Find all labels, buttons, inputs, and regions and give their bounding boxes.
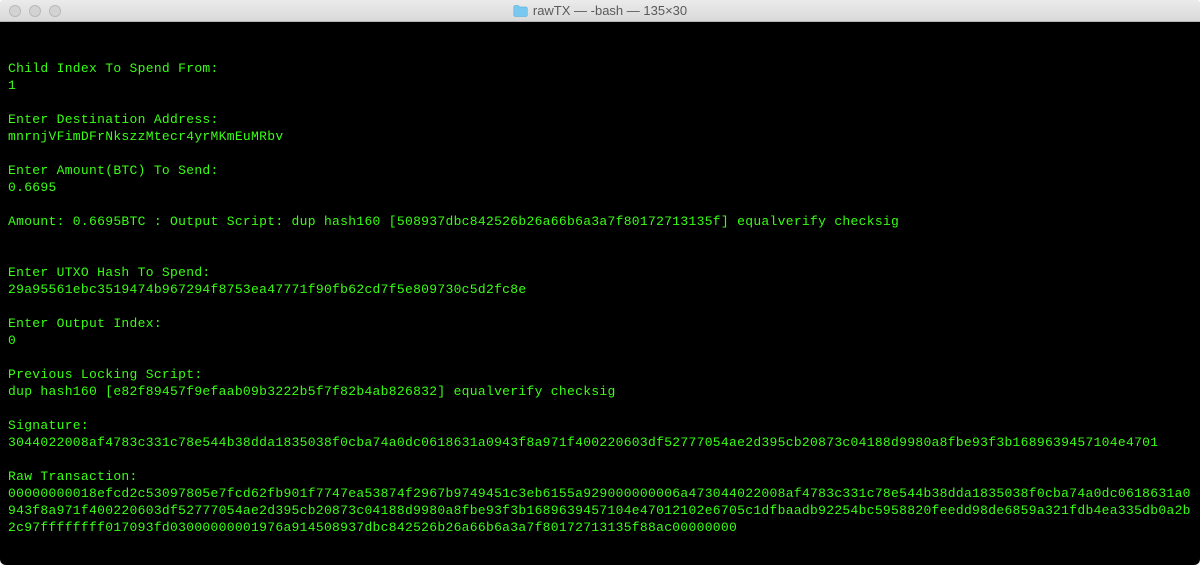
terminal-line: Enter Destination Address: — [8, 111, 1192, 128]
terminal-line — [8, 451, 1192, 468]
minimize-button[interactable] — [29, 5, 41, 17]
terminal-body[interactable]: Child Index To Spend From:1 Enter Destina… — [0, 22, 1200, 565]
terminal-line: dup hash160 [e82f89457f9efaab09b3222b5f7… — [8, 383, 1192, 400]
terminal-line — [8, 400, 1192, 417]
folder-icon — [513, 5, 528, 17]
terminal-window: rawTX — -bash — 135×30 Child Index To Sp… — [0, 0, 1200, 565]
terminal-line: 00000000018efcd2c53097805e7fcd62fb901f77… — [8, 485, 1192, 536]
terminal-line: Enter Amount(BTC) To Send: — [8, 162, 1192, 179]
titlebar[interactable]: rawTX — -bash — 135×30 — [0, 0, 1200, 22]
window-title: rawTX — -bash — 135×30 — [533, 3, 687, 18]
terminal-line: mnrnjVFimDFrNkszzMtecr4yrMKmEuMRbv — [8, 128, 1192, 145]
terminal-line — [8, 94, 1192, 111]
terminal-line — [8, 298, 1192, 315]
terminal-line: 3044022008af4783c331c78e544b38dda1835038… — [8, 434, 1192, 451]
terminal-line — [8, 247, 1192, 264]
terminal-line — [8, 230, 1192, 247]
terminal-line: 29a95561ebc3519474b967294f8753ea47771f90… — [8, 281, 1192, 298]
traffic-lights — [0, 5, 61, 17]
zoom-button[interactable] — [49, 5, 61, 17]
terminal-line — [8, 196, 1192, 213]
terminal-line — [8, 145, 1192, 162]
terminal-line: Amount: 0.6695BTC : Output Script: dup h… — [8, 213, 1192, 230]
terminal-line: Raw Transaction: — [8, 468, 1192, 485]
terminal-line: Child Index To Spend From: — [8, 60, 1192, 77]
close-button[interactable] — [9, 5, 21, 17]
terminal-line — [8, 349, 1192, 366]
terminal-line: Enter UTXO Hash To Spend: — [8, 264, 1192, 281]
terminal-output: Child Index To Spend From:1 Enter Destina… — [8, 60, 1192, 536]
terminal-line: 1 — [8, 77, 1192, 94]
terminal-line: 0 — [8, 332, 1192, 349]
terminal-line: Signature: — [8, 417, 1192, 434]
terminal-line: Previous Locking Script: — [8, 366, 1192, 383]
terminal-line: 0.6695 — [8, 179, 1192, 196]
window-title-area: rawTX — -bash — 135×30 — [513, 3, 687, 18]
terminal-line: Enter Output Index: — [8, 315, 1192, 332]
